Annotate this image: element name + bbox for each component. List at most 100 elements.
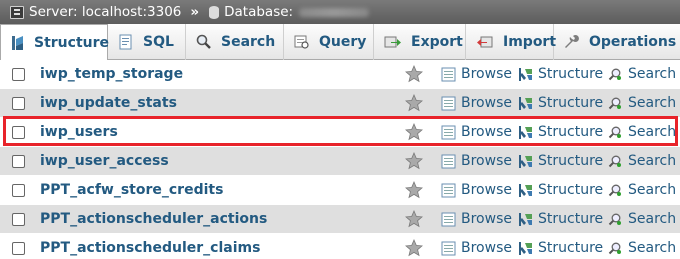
table-row: iwp_temp_storage Browse Structure Search (0, 60, 680, 89)
browse-link[interactable]: Browse (441, 182, 512, 198)
tab-bar: Structure SQL Search Query Export Import (0, 24, 680, 61)
structure-icon (518, 241, 533, 256)
row-checkbox[interactable] (12, 96, 25, 110)
browse-link[interactable]: Browse (441, 240, 512, 256)
structure-icon (518, 96, 533, 111)
table-row: PPT_actionscheduler_claims Browse Struct… (0, 234, 680, 259)
search-link[interactable]: Search (608, 66, 676, 82)
table-row: PPT_acfw_store_credits Browse Structure … (0, 176, 680, 205)
browse-link[interactable]: Browse (441, 95, 512, 111)
search-icon (608, 183, 623, 198)
import-icon (476, 34, 494, 50)
search-icon (608, 241, 623, 256)
search-link[interactable]: Search (608, 240, 676, 256)
breadcrumb-separator: » (190, 4, 200, 20)
tab-structure-label: Structure (34, 34, 110, 51)
tab-operations[interactable]: Operations (554, 24, 680, 60)
structure-link[interactable]: Structure (518, 240, 603, 256)
structure-icon (11, 35, 25, 51)
row-checkbox[interactable] (12, 241, 25, 255)
search-link[interactable]: Search (608, 182, 676, 198)
row-checkbox[interactable] (12, 125, 25, 139)
favorite-star-icon[interactable] (405, 210, 423, 228)
tab-search[interactable]: Search (186, 24, 284, 60)
favorite-star-icon[interactable] (405, 239, 423, 257)
structure-icon (518, 154, 533, 169)
tab-sql-label: SQL (143, 34, 174, 50)
tab-import-label: Import (503, 34, 557, 50)
table-name-link[interactable]: iwp_temp_storage (40, 66, 183, 82)
browse-link[interactable]: Browse (441, 66, 512, 82)
browse-icon (441, 241, 456, 256)
table-name-link[interactable]: PPT_acfw_store_credits (40, 182, 223, 198)
structure-link[interactable]: Structure (518, 95, 603, 111)
breadcrumb-database[interactable]: Database: (224, 4, 293, 20)
row-checkbox[interactable] (12, 154, 25, 168)
search-icon (608, 67, 623, 82)
browse-icon (441, 125, 456, 140)
table-name-link[interactable]: iwp_update_stats (40, 95, 177, 111)
row-checkbox[interactable] (12, 67, 25, 81)
structure-icon (518, 183, 533, 198)
browse-icon (441, 154, 456, 169)
table-row: iwp_update_stats Browse Structure Search (0, 89, 680, 118)
table-name-link[interactable]: PPT_actionscheduler_actions (40, 211, 267, 227)
table-name-link[interactable]: PPT_actionscheduler_claims (40, 240, 260, 256)
structure-link[interactable]: Structure (518, 211, 603, 227)
search-link[interactable]: Search (608, 95, 676, 111)
breadcrumb-server[interactable]: Server: localhost:3306 (29, 4, 181, 20)
table-name-link[interactable]: iwp_users (40, 124, 118, 140)
table-row: PPT_actionscheduler_actions Browse Struc… (0, 205, 680, 234)
browse-icon (441, 212, 456, 227)
browse-link[interactable]: Browse (441, 124, 512, 140)
search-icon (608, 154, 623, 169)
tab-operations-label: Operations (589, 34, 677, 50)
browse-icon (441, 67, 456, 82)
tab-import[interactable]: Import (466, 24, 557, 60)
search-icon (608, 125, 623, 140)
favorite-star-icon[interactable] (405, 94, 423, 112)
browse-link[interactable]: Browse (441, 153, 512, 169)
structure-icon (518, 125, 533, 140)
server-icon (10, 5, 24, 19)
favorite-star-icon[interactable] (405, 152, 423, 170)
tab-structure[interactable]: Structure (0, 24, 110, 61)
search-icon (196, 34, 212, 50)
row-checkbox[interactable] (12, 212, 25, 226)
structure-icon (518, 67, 533, 82)
tab-query-label: Query (319, 34, 367, 50)
structure-link[interactable]: Structure (518, 182, 603, 198)
structure-link[interactable]: Structure (518, 124, 603, 140)
export-icon (384, 34, 402, 50)
wrench-icon (564, 34, 580, 50)
table-list: iwp_temp_storage Browse Structure Search… (0, 60, 680, 259)
tab-search-label: Search (221, 34, 276, 50)
search-icon (608, 212, 623, 227)
tab-query[interactable]: Query (284, 24, 374, 60)
search-link[interactable]: Search (608, 211, 676, 227)
favorite-star-icon[interactable] (405, 65, 423, 83)
table-row: iwp_users Browse Structure Search (0, 118, 680, 147)
table-row: iwp_user_access Browse Structure Search (0, 147, 680, 176)
redacted-database-name (299, 7, 370, 17)
table-name-link[interactable]: iwp_user_access (40, 153, 169, 169)
favorite-star-icon[interactable] (405, 123, 423, 141)
tab-sql[interactable]: SQL (108, 24, 186, 60)
query-icon (294, 34, 310, 50)
search-link[interactable]: Search (608, 153, 676, 169)
browse-link[interactable]: Browse (441, 211, 512, 227)
search-link[interactable]: Search (608, 124, 676, 140)
browse-icon (441, 96, 456, 111)
row-checkbox[interactable] (12, 183, 25, 197)
search-icon (608, 96, 623, 111)
browse-icon (441, 183, 456, 198)
structure-link[interactable]: Structure (518, 153, 603, 169)
tab-export-label: Export (411, 34, 463, 50)
tab-export[interactable]: Export (374, 24, 466, 60)
structure-link[interactable]: Structure (518, 66, 603, 82)
database-icon (209, 5, 220, 19)
structure-icon (518, 212, 533, 227)
sql-icon (118, 34, 134, 50)
favorite-star-icon[interactable] (405, 181, 423, 199)
breadcrumb: Server: localhost:3306 » Database: (0, 0, 680, 24)
